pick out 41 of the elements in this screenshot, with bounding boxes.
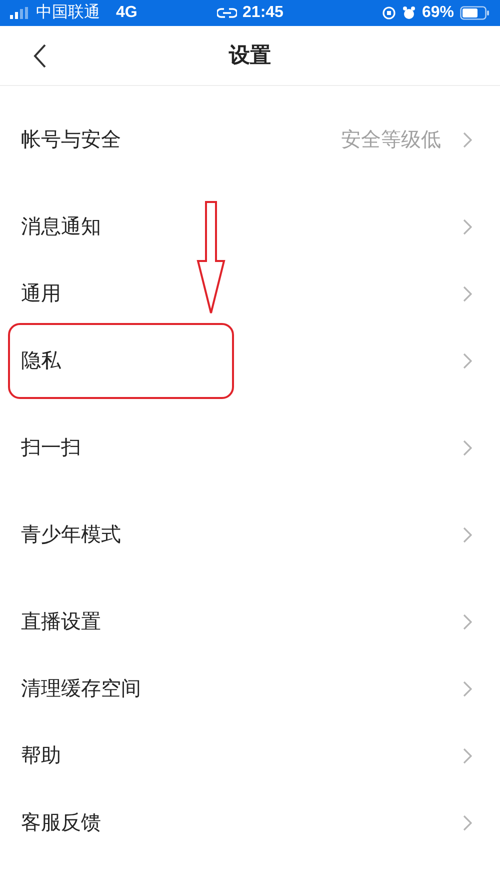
time-label: 21:45 [242, 3, 284, 23]
chevron-right-icon [463, 680, 472, 696]
settings-row[interactable]: 帐号与安全 安全等级低 [0, 106, 500, 173]
chevron-right-icon [463, 218, 472, 234]
back-icon [33, 43, 47, 69]
row-label: 青少年模式 [21, 522, 122, 548]
settings-row[interactable]: 隐私 [0, 327, 500, 394]
row-label: 扫一扫 [21, 436, 82, 460]
row-label: 通用 [21, 282, 62, 306]
chevron-right-icon [463, 526, 472, 542]
chevron-right-icon [463, 352, 472, 368]
network-label: 4G [116, 3, 138, 23]
row-label: 帮助 [21, 744, 62, 768]
settings-row[interactable]: 通用 [0, 260, 500, 327]
chevron-right-icon [463, 748, 472, 764]
link-icon [216, 7, 237, 19]
row-label: 清理缓存空间 [21, 676, 142, 702]
settings-row[interactable]: 青少年模式 [0, 501, 500, 568]
row-label: 直播设置 [21, 610, 102, 634]
settings-row[interactable]: 客服反馈 [0, 789, 500, 856]
settings-row[interactable]: 直播设置 [0, 588, 500, 655]
settings-row[interactable]: 清理缓存空间 [0, 655, 500, 722]
carrier-label: 中国联通 [36, 2, 100, 23]
row-label: 消息通知 [21, 214, 102, 240]
row-value: 安全等级低 [341, 128, 441, 152]
chevron-right-icon [463, 614, 472, 630]
chevron-right-icon [463, 132, 472, 148]
chevron-right-icon [463, 286, 472, 302]
page-title: 设置 [229, 42, 271, 69]
settings-row[interactable]: 扫一扫 [0, 414, 500, 481]
chevron-right-icon [463, 814, 472, 830]
rotation-lock-icon [382, 6, 396, 20]
row-label: 隐私 [21, 348, 62, 374]
battery-icon [460, 6, 490, 20]
chevron-right-icon [463, 440, 472, 456]
settings-row[interactable]: 帮助 [0, 722, 500, 789]
signal-icon [10, 7, 30, 19]
row-label: 帐号与安全 [21, 128, 122, 152]
settings-row[interactable]: 消息通知 [0, 193, 500, 260]
battery-percent: 69% [422, 3, 454, 23]
row-label: 客服反馈 [21, 810, 102, 836]
